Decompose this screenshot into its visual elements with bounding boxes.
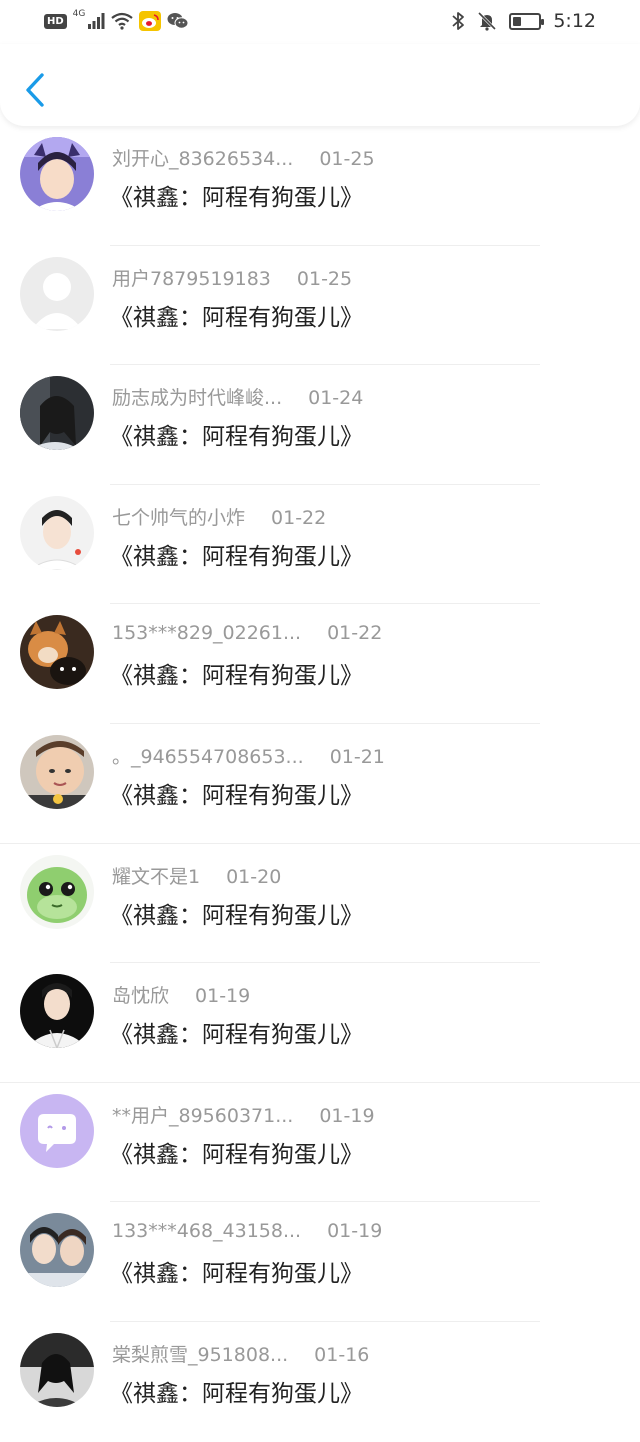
avatar[interactable] [20,1093,94,1168]
chevron-left-icon [26,73,44,107]
date: 01-21 [329,745,385,768]
wifi-icon [111,12,134,30]
username[interactable]: 153***829_02261... [112,622,301,644]
avatar[interactable] [20,495,94,570]
avatar[interactable] [20,854,94,929]
avatar[interactable] [20,256,94,331]
avatar[interactable] [20,1332,94,1407]
username[interactable]: 励志成为时代峰峻... [112,383,282,410]
date: 01-22 [271,506,327,529]
meta-line: 岛忱欣 01-19 [112,981,250,1008]
list-item[interactable]: 用户7879519183 01-25 《祺鑫：阿程有狗蛋儿》 [0,246,640,366]
avatar[interactable] [20,974,94,1049]
username[interactable]: 耀文不是1 [112,862,200,889]
battery-icon [509,12,545,30]
message-text: 《祺鑫：阿程有狗蛋儿》 [110,424,363,451]
bluetooth-icon [452,12,465,30]
message-text: 《祺鑫：阿程有狗蛋儿》 [110,663,363,690]
username[interactable]: 刘开心_83626534... [112,144,293,171]
date: 01-25 [296,267,353,290]
message-text: 《祺鑫：阿程有狗蛋儿》 [110,902,363,929]
list-item[interactable]: 133***468_43158... 01-19 《祺鑫：阿程有狗蛋儿》 [0,1202,640,1322]
status-bar: HD 4G 5:12 [0,0,640,44]
message-text: 《祺鑫：阿程有狗蛋儿》 [110,1261,363,1288]
message-text: 《祺鑫：阿程有狗蛋儿》 [110,782,363,809]
avatar[interactable] [20,615,94,690]
username[interactable]: 棠梨煎雪_951808... [112,1340,288,1367]
list-item[interactable]: **用户_89560371... 01-19 《祺鑫：阿程有狗蛋儿》 [0,1083,640,1203]
clock: 5:12 [553,10,596,32]
message-text: 《祺鑫：阿程有狗蛋儿》 [110,543,363,570]
message-text: 《祺鑫：阿程有狗蛋儿》 [110,304,363,331]
username[interactable]: **用户_89560371... [112,1101,293,1128]
date: 01-22 [327,622,383,645]
list-item[interactable]: 岛忱欣 01-19 《祺鑫：阿程有狗蛋儿》 [0,963,640,1083]
avatar[interactable] [20,376,94,451]
meta-line: 用户7879519183 01-25 [112,264,352,291]
message-list: 刘开心_83626534... 01-25 《祺鑫：阿程有狗蛋儿》 用户7879… [0,126,640,1442]
network-type: 4G [72,9,86,19]
meta-line: **用户_89560371... 01-19 [112,1101,375,1128]
date: 01-16 [314,1343,370,1366]
list-item[interactable]: 耀文不是1 01-20 《祺鑫：阿程有狗蛋儿》 [0,844,640,964]
message-text: 《祺鑫：阿程有狗蛋儿》 [110,1141,363,1168]
date: 01-19 [195,985,251,1008]
weibo-icon [139,11,162,31]
list-item[interactable]: 153***829_02261... 01-22 《祺鑫：阿程有狗蛋儿》 [0,604,640,724]
date: 01-19 [319,1104,375,1127]
list-item[interactable]: 。_946554708653... 01-21 《祺鑫：阿程有狗蛋儿》 [0,724,640,844]
list-item[interactable]: 七个帅气的小炸 01-22 《祺鑫：阿程有狗蛋儿》 [0,485,640,605]
meta-line: 棠梨煎雪_951808... 01-16 [112,1340,369,1367]
avatar[interactable] [20,734,94,809]
meta-line: 133***468_43158... 01-19 [112,1220,382,1242]
mute-bell-icon [478,11,497,31]
meta-line: 耀文不是1 01-20 [112,862,281,889]
back-button[interactable] [20,70,50,110]
signal-icon [88,13,105,29]
meta-line: 153***829_02261... 01-22 [112,622,382,644]
username[interactable]: 七个帅气的小炸 [112,503,245,530]
avatar[interactable] [20,1213,94,1288]
meta-line: 励志成为时代峰峻... 01-24 [112,383,363,410]
status-right: 5:12 [451,8,596,34]
avatar[interactable] [20,137,94,211]
list-item[interactable]: 励志成为时代峰峻... 01-24 《祺鑫：阿程有狗蛋儿》 [0,365,640,485]
nav-bar [0,44,640,126]
list-item[interactable]: 棠梨煎雪_951808... 01-16 《祺鑫：阿程有狗蛋儿》 [0,1322,640,1442]
wechat-icon [167,13,189,29]
message-text: 《祺鑫：阿程有狗蛋儿》 [110,1380,363,1407]
meta-line: 刘开心_83626534... 01-25 [112,144,375,171]
battery-fill [513,16,522,26]
username[interactable]: 用户7879519183 [112,264,271,291]
date: 01-24 [308,387,364,410]
status-left: HD 4G [44,9,189,33]
meta-line: 七个帅气的小炸 01-22 [112,503,326,530]
meta-line: 。_946554708653... 01-21 [112,742,385,769]
username[interactable]: 133***468_43158... [112,1220,301,1242]
date: 01-25 [319,148,375,170]
list-item[interactable]: 刘开心_83626534... 01-25 《祺鑫：阿程有狗蛋儿》 [0,126,640,246]
username[interactable]: 岛忱欣 [112,981,169,1008]
hd-badge: HD [44,13,67,29]
date: 01-20 [226,865,282,888]
message-text: 《祺鑫：阿程有狗蛋儿》 [110,185,363,211]
date: 01-19 [327,1220,383,1243]
username[interactable]: 。_946554708653... [112,742,304,769]
message-text: 《祺鑫：阿程有狗蛋儿》 [110,1022,363,1049]
